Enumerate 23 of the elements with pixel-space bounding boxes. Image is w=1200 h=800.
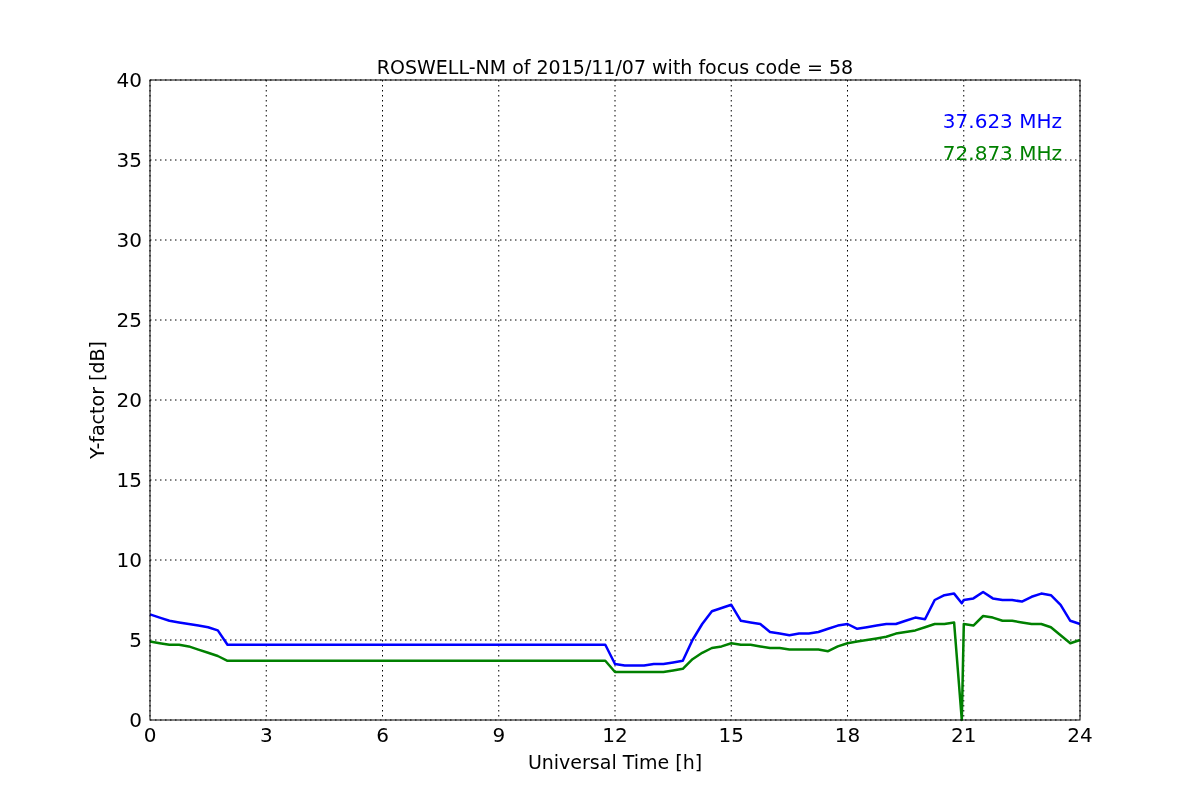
x-axis-label: Universal Time [h] [527,751,703,773]
x-tick-label: 24 [1067,723,1093,747]
legend-label: 72.873 MHz [942,141,1062,165]
x-tick-label: 3 [259,723,273,747]
x-tick-label: 15 [718,723,744,747]
y-tick-label: 15 [116,468,142,492]
x-tick-label: 21 [951,723,977,747]
y-axis-label: Y-factor [dB] [86,341,108,459]
x-tick-label: 0 [143,723,157,747]
y-tick-label: 0 [129,708,142,732]
x-tick-label: 9 [492,723,506,747]
y-tick-label: 25 [116,308,142,332]
legend-label: 37.623 MHz [942,109,1062,133]
chart-title: ROSWELL-NM of 2015/11/07 with focus code = 58 [376,56,854,78]
y-tick-label: 20 [116,388,142,412]
y-tick-label: 40 [116,68,142,92]
x-tick-label: 12 [602,723,628,747]
y-tick-label: 10 [116,548,142,572]
y-tick-label: 5 [129,628,142,652]
x-tick-label: 18 [834,723,861,747]
x-tick-label: 6 [376,723,389,747]
y-tick-label: 35 [116,148,142,172]
y-tick-label: 30 [116,228,142,252]
